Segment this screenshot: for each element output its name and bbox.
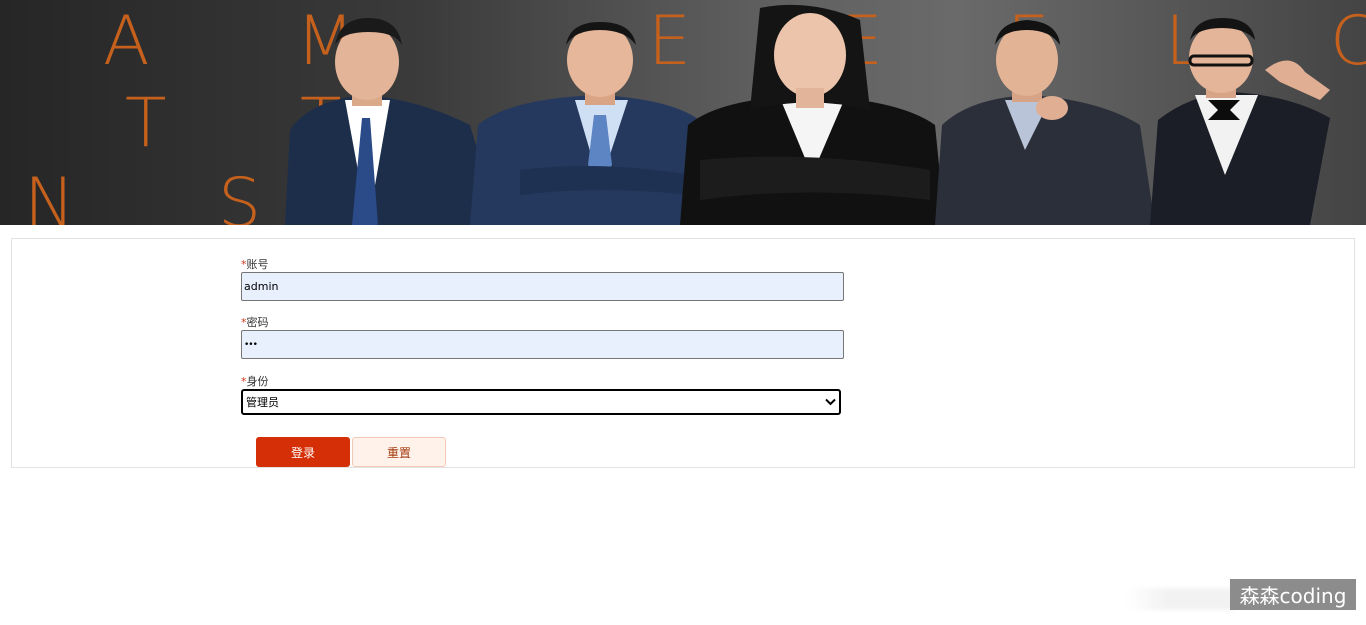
login-button-label: 登录 bbox=[290, 445, 315, 460]
account-value: admin bbox=[244, 280, 279, 293]
role-label: *身份 bbox=[241, 376, 269, 388]
person-figure bbox=[1150, 18, 1330, 225]
person-figure bbox=[680, 4, 945, 225]
team-photo bbox=[285, 4, 1330, 225]
header-banner: A M E E E L C T T N S bbox=[0, 0, 1366, 225]
person-figure bbox=[470, 22, 712, 225]
account-label: *账号 bbox=[241, 259, 269, 271]
role-selected-value: 管理员 bbox=[246, 396, 279, 409]
watermark: 森森coding bbox=[1230, 579, 1356, 610]
password-value: ••• bbox=[244, 339, 258, 350]
password-label-text: 密码 bbox=[246, 316, 269, 329]
person-figure bbox=[935, 20, 1155, 225]
account-input[interactable]: admin bbox=[241, 272, 844, 301]
account-label-text: 账号 bbox=[246, 258, 269, 271]
reset-button[interactable]: 重置 bbox=[352, 437, 446, 467]
role-select[interactable]: 管理员 bbox=[241, 389, 841, 415]
login-button[interactable]: 登录 bbox=[256, 437, 350, 467]
watermark-text: 森森coding bbox=[1239, 584, 1347, 608]
watermark-shadow bbox=[1125, 588, 1235, 610]
reset-button-label: 重置 bbox=[386, 445, 411, 460]
password-label: *密码 bbox=[241, 317, 269, 329]
password-input[interactable]: ••• bbox=[241, 330, 844, 359]
chevron-down-icon bbox=[824, 396, 836, 408]
person-figure bbox=[285, 18, 500, 225]
role-label-text: 身份 bbox=[246, 375, 269, 388]
